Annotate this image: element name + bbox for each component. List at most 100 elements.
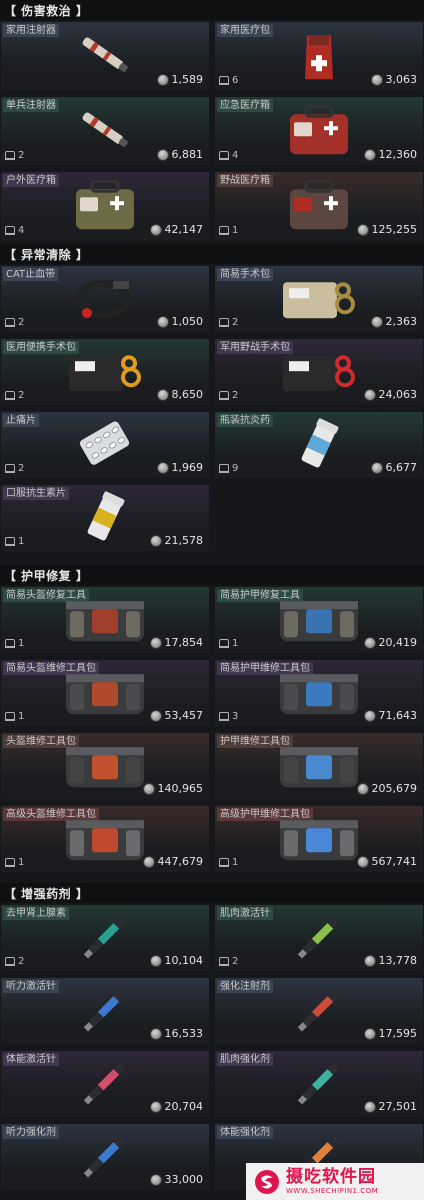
price-value: 140,965 [157,782,204,795]
item-price: 20,704 [149,1100,203,1113]
stack-icon [5,639,15,648]
price-value: 125,255 [371,223,418,236]
item-name: 户外医疗箱 [3,174,59,187]
section-header: 【 伤害救治 】 [0,0,424,20]
item-card[interactable]: 军用野战手术包 2 24,063 [215,339,423,405]
item-card[interactable]: 听力强化剂 33,000 [1,1124,209,1190]
stack-count: 3 [219,711,238,722]
coin-icon [356,782,369,795]
item-card[interactable]: 单兵注射器 2 6,881 [1,97,209,165]
stack-icon [5,957,15,966]
stack-count: 2 [5,390,24,401]
stack-count: 2 [219,956,238,967]
item-price: 42,147 [149,223,203,236]
item-card[interactable]: 应急医疗箱 4 12,360 [215,97,423,165]
item-price: 1,589 [156,73,203,86]
item-card[interactable]: 头盔维修工具包 140,965 [1,733,209,799]
price-value: 24,063 [378,388,418,401]
advanced-repair-red-icon [62,810,148,870]
stack-icon [219,858,229,867]
stack-value: 2 [232,956,239,967]
coin-icon [370,315,383,328]
item-card[interactable]: 野战医疗箱 1 125,255 [215,172,423,240]
coin-icon [156,148,169,161]
coin-icon [156,73,169,86]
item-card[interactable]: 肌肉强化剂 27,501 [215,1051,423,1117]
price-value: 17,595 [378,1027,418,1040]
stack-count: 2 [5,317,24,328]
coin-icon [356,223,369,236]
stack-value: 1 [232,857,239,868]
price-value: 13,778 [378,954,418,967]
watermark-logo-icon [255,1169,279,1194]
item-card[interactable]: CAT止血带 2 1,050 [1,266,209,332]
stack-value: 1 [18,638,25,649]
item-name: 野战医疗箱 [217,174,273,187]
item-price: 27,501 [363,1100,418,1113]
price-value: 21,578 [164,534,204,547]
stack-value: 2 [18,150,25,161]
coin-icon [142,782,155,795]
section-title: 【 伤害救治 】 [4,3,89,18]
stack-count: 1 [5,711,24,722]
price-value: 205,679 [371,782,418,795]
item-card[interactable]: 瓶装抗炎药 9 6,677 [215,412,423,478]
stack-icon [5,226,15,235]
coin-icon [156,388,169,401]
item-price: 16,533 [149,1027,203,1040]
item-card[interactable]: 简易头盔维修工具包 1 53,457 [1,660,209,726]
repair-case-red-icon [62,737,148,797]
item-card[interactable]: 家用医疗包 6 3,063 [215,22,423,90]
stack-value: 3 [232,711,239,722]
syringe-icon [75,25,135,89]
red-medkit-icon [284,102,354,162]
item-price: 53,457 [149,709,203,722]
item-card[interactable]: 去甲肾上腺素 2 10,104 [1,905,209,971]
coin-icon [363,636,376,649]
injector-pink-icon [75,1053,135,1117]
item-card[interactable]: 医用便携手术包 2 8,650 [1,339,209,405]
stack-value: 6 [232,75,239,86]
item-card[interactable]: 简易护甲修复工具 1 20,419 [215,587,423,653]
stack-value: 2 [232,317,239,328]
item-card[interactable]: 止痛片 2 1,969 [1,412,209,478]
section-header: 【 异常清除 】 [0,244,424,264]
item-card[interactable]: 高级护甲维修工具包 1 567,741 [215,806,423,872]
price-value: 27,501 [378,1100,418,1113]
stack-value: 4 [18,225,25,236]
stack-icon [5,858,15,867]
stack-count: 2 [219,390,238,401]
item-card[interactable]: 体能激活针 20,704 [1,1051,209,1117]
item-card[interactable]: 简易手术包 2 2,363 [215,266,423,332]
item-card[interactable]: 简易头盔修复工具 1 17,854 [1,587,209,653]
injector-teal-icon [289,1053,349,1117]
price-value: 447,679 [157,855,204,868]
stack-icon [219,957,229,966]
repair-pouch-blue-icon [276,591,362,651]
repair-bag-red-icon [62,664,148,724]
price-value: 1,969 [171,461,204,474]
stack-count: 4 [219,150,238,161]
item-card[interactable]: 简易护甲维修工具包 3 71,643 [215,660,423,726]
item-card[interactable]: 听力激活针 16,533 [1,978,209,1044]
section-title: 【 增强药剂 】 [4,886,89,901]
item-price: 567,741 [356,855,417,868]
item-price: 2,363 [370,315,418,328]
item-card[interactable]: 强化注射剂 17,595 [215,978,423,1044]
item-card[interactable]: 口服抗生素片 1 21,578 [1,485,209,551]
item-card[interactable]: 家用注射器 1,589 [1,22,209,90]
stack-icon [219,639,229,648]
item-card[interactable]: 肌肉激活针 2 13,778 [215,905,423,971]
coin-icon [356,855,369,868]
item-card[interactable]: 高级头盔维修工具包 1 447,679 [1,806,209,872]
price-value: 3,063 [385,73,418,86]
coin-icon [149,636,162,649]
item-card[interactable]: 户外医疗箱 4 42,147 [1,172,209,240]
item-card[interactable]: 护甲维修工具包 205,679 [215,733,423,799]
price-value: 2,363 [385,315,418,328]
coin-icon [363,148,376,161]
stack-value: 1 [18,857,25,868]
syringe-icon [75,100,135,164]
watermark-url: WWW.SHECHIPIN1.COM [286,1186,379,1195]
coin-icon [156,461,169,474]
